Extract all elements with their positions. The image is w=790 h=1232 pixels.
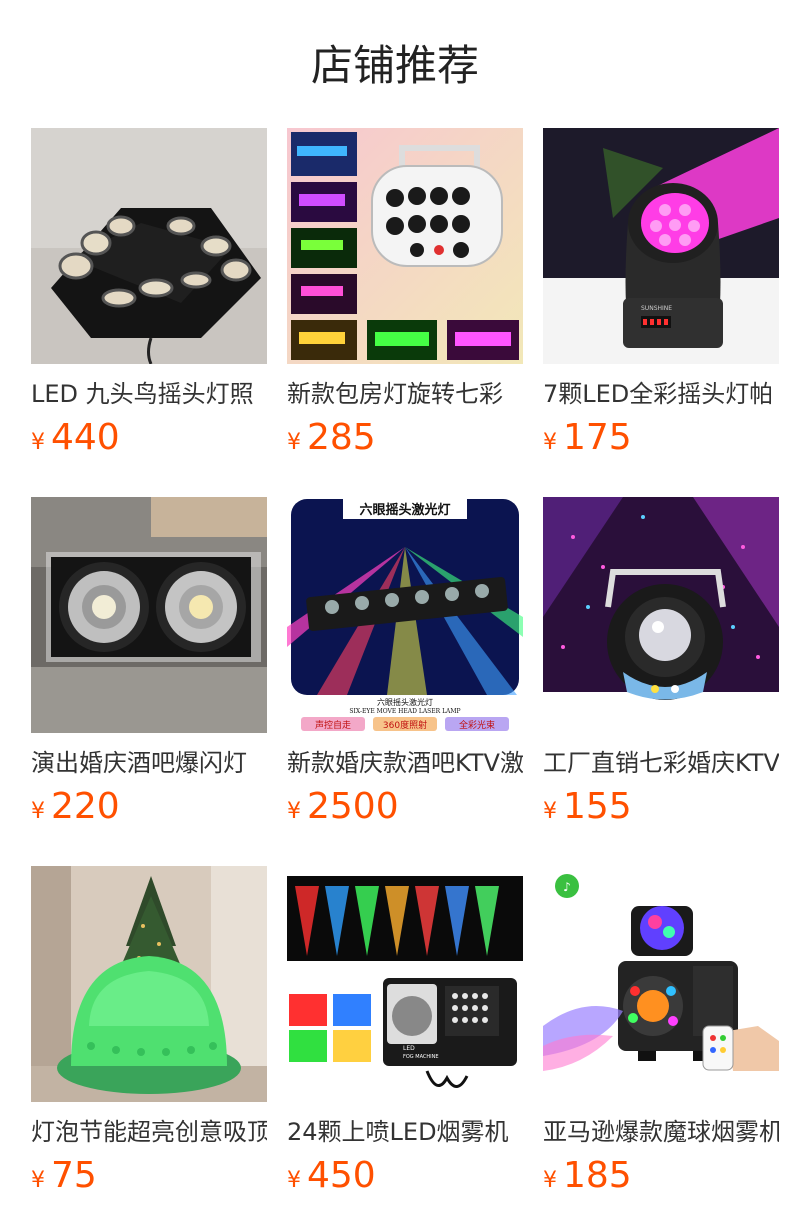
product-card[interactable]: SUNSHINE 7颗LED全彩摇头灯帕 ¥175 xyxy=(543,128,779,465)
price-value: 440 xyxy=(51,417,120,458)
currency-symbol: ¥ xyxy=(543,799,557,824)
svg-text:♪: ♪ xyxy=(563,880,571,894)
tag-1: 声控自走 xyxy=(315,719,351,731)
currency-symbol: ¥ xyxy=(31,1168,45,1193)
tag-2: 360度照射 xyxy=(383,719,427,731)
price-value: 175 xyxy=(563,417,632,458)
fog-label-2: FOG MACHINE xyxy=(403,1054,439,1060)
product-price: ¥155 xyxy=(543,785,779,834)
product-name[interactable]: 亚马逊爆款魔球烟雾机 xyxy=(543,1116,779,1148)
product-price: ¥2500 xyxy=(287,785,523,834)
product-price: ¥440 xyxy=(31,416,267,465)
product-price: ¥75 xyxy=(31,1154,267,1203)
product-card[interactable]: LED 九头鸟摇头灯照 ¥440 xyxy=(31,128,267,465)
product-card[interactable]: 灯泡节能超亮创意吸顶 ¥75 xyxy=(31,866,267,1203)
product-card[interactable]: 演出婚庆酒吧爆闪灯 ¥220 xyxy=(31,497,267,834)
shop-recommendation-page: 店铺推荐 LED 九头鸟摇头灯照 ¥440 新款包房灯旋转七彩 ¥ 285 SU… xyxy=(0,0,790,1232)
price-value: 285 xyxy=(307,417,376,458)
currency-symbol: ¥ xyxy=(543,1168,557,1193)
product-image[interactable]: LED FOG MACHINE xyxy=(287,866,523,1102)
price-value: 2500 xyxy=(307,786,399,827)
product-image[interactable] xyxy=(287,128,523,364)
tag-3: 全彩光束 xyxy=(459,719,495,731)
currency-symbol: ¥ xyxy=(31,799,45,824)
product-card[interactable]: 新款包房灯旋转七彩 ¥285 xyxy=(287,128,523,465)
caption-en: SIX-EYE MOVE HEAD LASER LAMP xyxy=(349,708,460,715)
currency-symbol: ¥ xyxy=(287,430,301,455)
product-card[interactable]: ♪ 亚马逊爆款魔球烟雾机 ¥ 185 xyxy=(543,866,779,1203)
currency-symbol: ¥ xyxy=(543,430,557,455)
product-image[interactable]: SUNSHINE xyxy=(543,128,779,364)
product-price: ¥185 xyxy=(543,1154,779,1203)
product-image[interactable] xyxy=(31,128,267,364)
product-price: ¥175 xyxy=(543,416,779,465)
product-name[interactable]: 演出婚庆酒吧爆闪灯 xyxy=(31,747,267,779)
product-card[interactable]: LED FOG MACHINE 24颗上喷LED烟雾机 ¥450 xyxy=(287,866,523,1203)
price-value: 220 xyxy=(51,786,120,827)
currency-symbol: ¥ xyxy=(31,430,45,455)
brand-label: SUNSHINE xyxy=(641,305,672,312)
product-price: ¥450 xyxy=(287,1154,523,1203)
product-name[interactable]: 工厂直销七彩婚庆KTV xyxy=(543,747,779,779)
product-name[interactable]: 7颗LED全彩摇头灯帕 xyxy=(543,378,779,410)
product-image[interactable] xyxy=(543,497,779,733)
product-image[interactable]: ♪ xyxy=(543,866,779,1102)
product-image[interactable] xyxy=(31,866,267,1102)
banner-text: 六眼摇头激光灯 xyxy=(359,502,450,518)
product-name[interactable]: 新款婚庆款酒吧KTV激 xyxy=(287,747,523,779)
price-value: 155 xyxy=(563,786,632,827)
price-value: 185 xyxy=(563,1155,632,1196)
product-name[interactable]: LED 九头鸟摇头灯照 xyxy=(31,378,267,410)
price-value: 450 xyxy=(307,1155,376,1196)
section-title: 店铺推荐 xyxy=(310,41,479,90)
product-name[interactable]: 新款包房灯旋转七彩 xyxy=(287,378,523,410)
product-image[interactable]: 六眼摇头激光灯 六眼摇头激光灯 SIX-EYE MOVE HEAD LASER … xyxy=(287,497,523,733)
product-image[interactable] xyxy=(31,497,267,733)
price-value: 75 xyxy=(51,1155,97,1196)
caption-cn: 六眼摇头激光灯 xyxy=(377,697,433,707)
fog-label-1: LED xyxy=(403,1045,415,1052)
product-name[interactable]: 24颗上喷LED烟雾机 xyxy=(287,1116,523,1148)
currency-symbol: ¥ xyxy=(287,1168,301,1193)
currency-symbol: ¥ xyxy=(287,799,301,824)
product-price: ¥220 xyxy=(31,785,267,834)
product-price: ¥285 xyxy=(287,416,523,465)
product-card[interactable]: 工厂直销七彩婚庆KTV ¥155 xyxy=(543,497,779,834)
product-grid: LED 九头鸟摇头灯照 ¥440 新款包房灯旋转七彩 ¥ 285 SUNSHIN… xyxy=(31,128,779,1203)
product-card[interactable]: 六眼摇头激光灯 六眼摇头激光灯 SIX-EYE MOVE HEAD LASER … xyxy=(287,497,523,834)
product-name[interactable]: 灯泡节能超亮创意吸顶 xyxy=(31,1116,267,1148)
